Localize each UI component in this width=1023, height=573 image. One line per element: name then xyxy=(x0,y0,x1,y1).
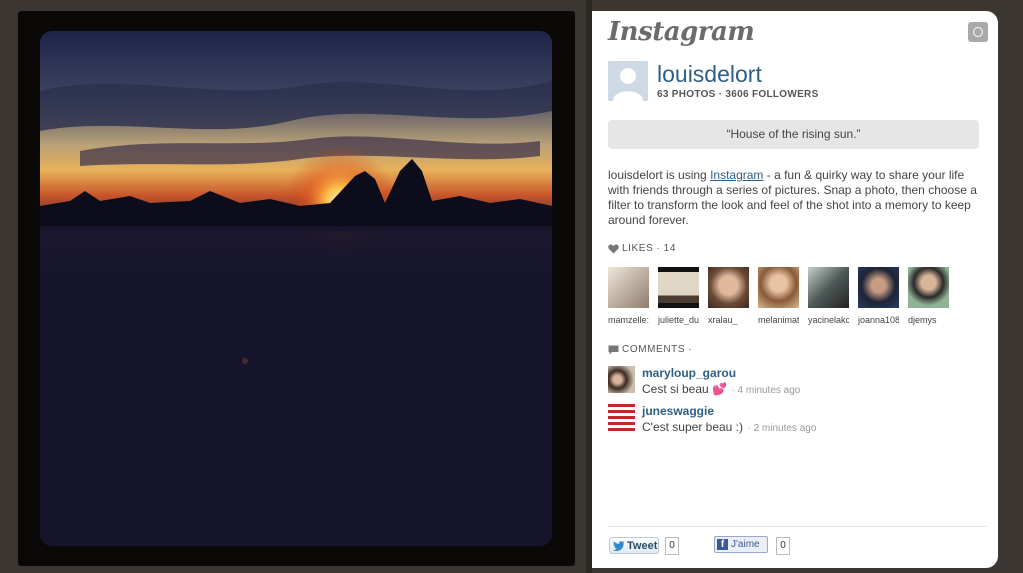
comment-icon xyxy=(608,345,619,354)
app-description: louisdelort is using Instagram - a fun &… xyxy=(608,168,984,228)
photo-frame xyxy=(18,11,575,566)
liker-name: melanimat xyxy=(758,315,799,325)
profile-username[interactable]: louisdelort xyxy=(657,61,762,88)
description-text-before: louisdelort is using xyxy=(608,168,711,182)
commenter-username[interactable]: juneswaggie xyxy=(642,404,816,418)
likes-header: LIKES · 14 xyxy=(608,243,676,254)
heart-icon xyxy=(608,244,619,253)
comment-time: · 4 minutes ago xyxy=(731,385,801,396)
liker-item[interactable]: joanna108 xyxy=(858,267,899,325)
profile-avatar[interactable] xyxy=(608,61,648,101)
liker-avatar xyxy=(658,267,699,308)
footer-divider xyxy=(608,526,987,527)
comment-item: juneswaggie C'est super beau :) · 2 minu… xyxy=(608,404,816,436)
instagram-link[interactable]: Instagram xyxy=(710,168,763,182)
commenter-avatar[interactable] xyxy=(608,404,635,431)
tweet-count: 0 xyxy=(665,537,679,555)
likes-list: mamzelle: juliette_du xralau_ melanimat … xyxy=(608,267,949,325)
twitter-bird-icon xyxy=(612,540,625,551)
liker-avatar xyxy=(758,267,799,308)
likes-label: LIKES xyxy=(622,243,654,254)
commenter-username[interactable]: maryloup_garou xyxy=(642,366,800,380)
liker-name: joanna108 xyxy=(858,315,899,325)
liker-name: yacinelakc xyxy=(808,315,849,325)
facebook-like-button[interactable]: f J'aime xyxy=(714,536,768,553)
comment-body: juneswaggie C'est super beau :) · 2 minu… xyxy=(642,404,816,436)
liker-avatar xyxy=(908,267,949,308)
liker-name: mamzelle: xyxy=(608,315,649,325)
instagram-logo[interactable]: Instagram xyxy=(608,17,755,47)
liker-item[interactable]: mamzelle: xyxy=(608,267,649,325)
liker-avatar xyxy=(708,267,749,308)
comments-header: COMMENTS · xyxy=(608,344,692,355)
liker-item[interactable]: melanimat xyxy=(758,267,799,325)
liker-item[interactable]: yacinelakc xyxy=(808,267,849,325)
commenter-avatar[interactable] xyxy=(608,366,635,393)
main-photo[interactable] xyxy=(40,31,552,546)
facebook-like-label: J'aime xyxy=(731,539,760,550)
profile-stats: 63 PHOTOS · 3606 FOLLOWERS xyxy=(657,89,819,100)
tweet-button[interactable]: Tweet xyxy=(609,537,659,554)
liker-name: djemys xyxy=(908,315,937,325)
liker-avatar xyxy=(608,267,649,308)
liker-avatar xyxy=(858,267,899,308)
liker-name: juliette_du xyxy=(658,315,699,325)
likes-count: · 14 xyxy=(656,243,676,254)
comment-time: · 2 minutes ago xyxy=(747,423,817,434)
facebook-icon: f xyxy=(717,539,728,550)
liker-avatar xyxy=(808,267,849,308)
photo-caption: “House of the rising sun.” xyxy=(608,120,979,149)
liker-item[interactable]: djemys xyxy=(908,267,949,325)
liker-item[interactable]: xralau_ xyxy=(708,267,749,325)
default-avatar-icon xyxy=(608,61,648,101)
sunset-photo xyxy=(40,31,552,546)
comment-text: C'est super beau :) xyxy=(642,420,744,434)
camera-icon[interactable] xyxy=(968,22,988,42)
comment-item: maryloup_garou Cest si beau 💕 · 4 minute… xyxy=(608,366,800,398)
details-panel: Instagram louisdelort 63 PHOTOS · 3606 F… xyxy=(592,11,998,568)
comments-label: COMMENTS xyxy=(622,344,686,355)
liker-name: xralau_ xyxy=(708,315,738,325)
comments-dot: · xyxy=(688,344,693,355)
tweet-label: Tweet xyxy=(627,539,658,552)
comment-body: maryloup_garou Cest si beau 💕 · 4 minute… xyxy=(642,366,800,398)
liker-item[interactable]: juliette_du xyxy=(658,267,699,325)
facebook-like-count: 0 xyxy=(776,537,790,555)
comment-text: Cest si beau 💕 xyxy=(642,382,727,396)
